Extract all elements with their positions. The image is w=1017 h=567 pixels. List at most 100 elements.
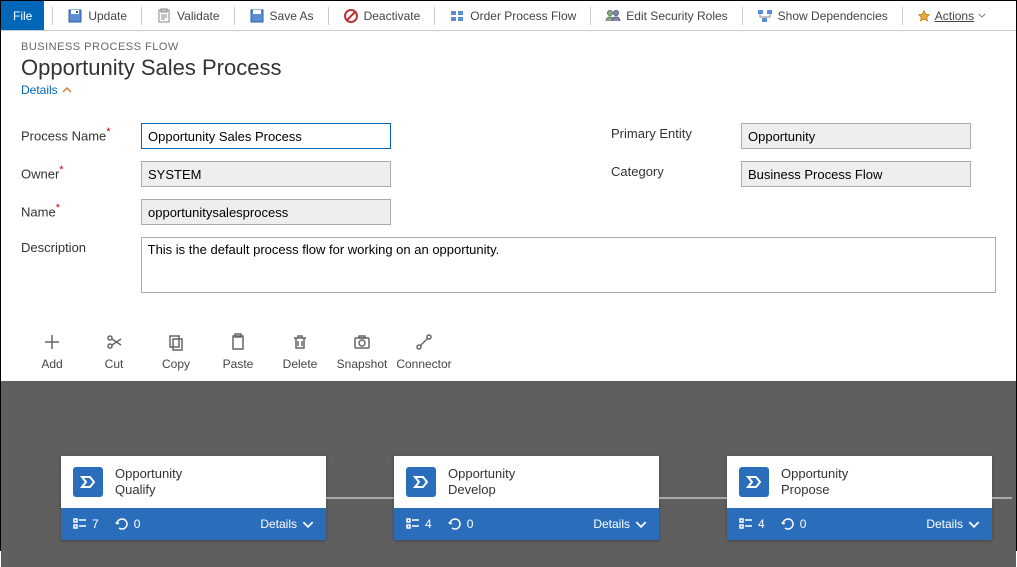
separator [742,7,743,25]
loop-count: 0 [448,517,474,531]
security-icon [605,8,621,24]
name-label: Name* [21,199,141,225]
show-dependencies-button[interactable]: Show Dependencies [751,1,894,30]
copy-icon [167,333,185,351]
stage-qualify[interactable]: OpportunityQualify 7 0 Details [61,456,326,540]
loop-count: 0 [115,517,141,531]
name-input[interactable] [141,199,391,225]
page-title: Opportunity Sales Process [21,55,996,81]
copy-action[interactable]: Copy [145,333,207,371]
chevron-up-icon [62,87,72,93]
connector-icon [415,333,433,351]
connector-line [992,497,1012,499]
separator [328,7,329,25]
cut-action[interactable]: Cut [83,333,145,371]
form: Process Name* Primary Entity Owner* Cate… [1,105,1016,315]
paste-icon [229,333,247,351]
loop-count: 0 [781,517,807,531]
separator [141,7,142,25]
designer-toolbar: Add Cut Copy Paste Delete Snapshot Conne… [1,315,1016,381]
chevron-down-icon [968,521,980,528]
connector-action[interactable]: Connector [393,333,455,371]
deactivate-label: Deactivate [364,9,421,23]
snapshot-label: Snapshot [337,357,388,371]
stage-details-button[interactable]: Details [260,517,314,531]
category-input [741,161,971,187]
deactivate-icon [343,8,359,24]
validate-button[interactable]: Validate [150,1,225,30]
stages-row: OpportunityQualify 7 0 Details Opportuni… [1,456,1016,540]
actions-icon [917,9,931,23]
stage-icon [739,467,769,497]
order-process-flow-button[interactable]: Order Process Flow [443,1,582,30]
save-as-label: Save As [270,9,314,23]
snapshot-action[interactable]: Snapshot [331,333,393,371]
clipboard-icon [156,8,172,24]
description-textarea[interactable]: This is the default process flow for wor… [141,237,996,293]
owner-input[interactable] [141,161,391,187]
connector-line [659,497,727,499]
dependencies-icon [757,8,773,24]
stage-icon [406,467,436,497]
connector-line [326,497,394,499]
primary-entity-input [741,123,971,149]
step-count: 7 [73,517,99,531]
chevron-down-icon [302,521,314,528]
add-label: Add [41,357,62,371]
stage-icon [73,467,103,497]
stage-name: OpportunityDevelop [448,466,515,497]
stage-develop[interactable]: OpportunityDevelop 4 0 Details [394,456,659,540]
connector-label: Connector [396,357,451,371]
update-button[interactable]: Update [61,1,133,30]
delete-label: Delete [283,357,318,371]
description-label: Description [21,237,141,293]
update-label: Update [88,9,127,23]
edit-security-roles-button[interactable]: Edit Security Roles [599,1,733,30]
actions-menu-button[interactable]: Actions [911,9,992,23]
show-dependencies-label: Show Dependencies [778,9,888,23]
copy-label: Copy [162,357,190,371]
edit-security-roles-label: Edit Security Roles [626,9,727,23]
chevron-down-icon [978,13,986,18]
deactivate-button[interactable]: Deactivate [337,1,427,30]
category-label: Category [611,161,741,187]
chevron-down-icon [635,521,647,528]
scissors-icon [105,333,123,351]
paste-action[interactable]: Paste [207,333,269,371]
details-label: Details [21,83,58,97]
owner-label: Owner* [21,161,141,187]
save-icon [67,8,83,24]
stage-details-button[interactable]: Details [926,517,980,531]
save-as-button[interactable]: Save As [243,1,320,30]
file-menu-button[interactable]: File [1,1,44,30]
trash-icon [291,333,309,351]
details-toggle[interactable]: Details [21,83,72,97]
breadcrumb: BUSINESS PROCESS FLOW [21,41,996,53]
separator [52,7,53,25]
step-count: 4 [406,517,432,531]
stage-propose[interactable]: OpportunityPropose 4 0 Details [727,456,992,540]
delete-action[interactable]: Delete [269,333,331,371]
order-flow-icon [449,8,465,24]
validate-label: Validate [177,9,219,23]
designer-canvas[interactable]: OpportunityQualify 7 0 Details Opportuni… [1,381,1016,567]
stage-name: OpportunityQualify [115,466,182,497]
paste-label: Paste [223,357,254,371]
actions-label: Actions [935,9,974,23]
cut-label: Cut [105,357,124,371]
camera-icon [353,333,371,351]
plus-icon [43,333,61,351]
add-action[interactable]: Add [21,333,83,371]
header: BUSINESS PROCESS FLOW Opportunity Sales … [1,31,1016,105]
stage-details-button[interactable]: Details [593,517,647,531]
save-as-icon [249,8,265,24]
step-count: 4 [739,517,765,531]
separator [590,7,591,25]
stage-name: OpportunityPropose [781,466,848,497]
process-name-label: Process Name* [21,123,141,149]
toolbar: File Update Validate Save As Deactivate … [1,1,1016,31]
process-name-input[interactable] [141,123,391,149]
order-process-flow-label: Order Process Flow [470,9,576,23]
separator [434,7,435,25]
separator [234,7,235,25]
